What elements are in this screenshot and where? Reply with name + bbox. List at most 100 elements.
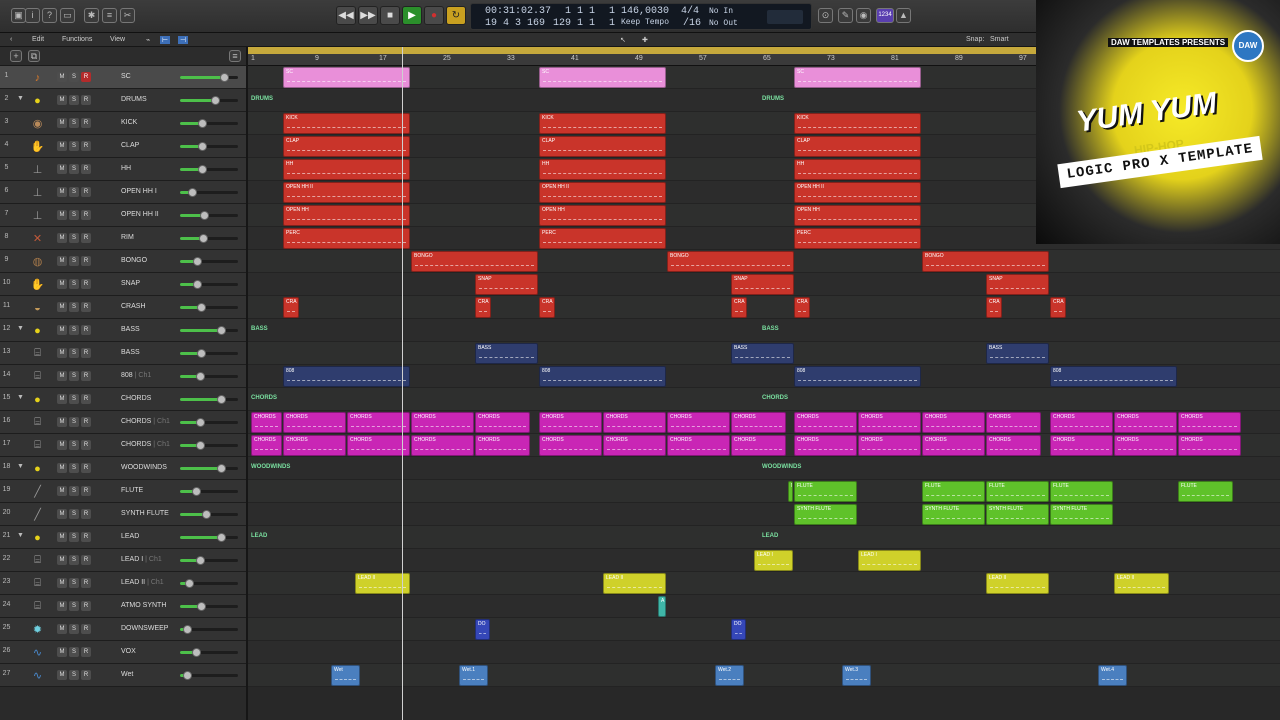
region[interactable]: CHORDS [283,435,346,456]
solo-button[interactable]: S [69,233,79,243]
region[interactable]: CRA [731,297,747,318]
track-header[interactable]: 6 ⊥ M S R OPEN HH I [0,181,246,204]
mute-button[interactable]: M [57,670,67,680]
list-editor-icon[interactable]: ⊙ [818,8,833,23]
solo-button[interactable]: S [69,325,79,335]
track-header[interactable]: 19 ╱ M S R FLUTE [0,480,246,503]
region[interactable]: CHORDS [411,435,474,456]
track-header[interactable]: 16 ⌸ M S R CHORDS | Ch1 [0,411,246,434]
volume-fader[interactable] [180,579,238,588]
record-enable-button[interactable]: R [81,164,91,174]
region[interactable]: CHORDS [1050,412,1113,433]
volume-fader[interactable] [180,280,238,289]
region[interactable]: SC [539,67,666,88]
record-enable-button[interactable]: R [81,647,91,657]
solo-button[interactable]: S [69,95,79,105]
region[interactable]: CHORDS [1178,435,1241,456]
record-enable-button[interactable]: R [81,72,91,82]
solo-button[interactable]: S [69,164,79,174]
solo-button[interactable]: S [69,348,79,358]
region[interactable]: CLAP [539,136,666,157]
mute-button[interactable]: M [57,72,67,82]
flex-icon[interactable]: ⌁ [146,36,150,44]
solo-button[interactable]: S [69,647,79,657]
cycle-range[interactable] [248,47,1040,54]
record-enable-button[interactable]: R [81,187,91,197]
solo-button[interactable]: S [69,555,79,565]
region[interactable]: CHORDS [922,412,985,433]
snap-select[interactable]: Smart [990,36,1009,43]
record-enable-button[interactable]: R [81,670,91,680]
record-enable-button[interactable]: R [81,210,91,220]
mixer-icon[interactable]: ≡ [102,8,117,23]
track-header[interactable]: 15 ▼ ● M S R CHORDS [0,388,246,411]
region[interactable]: CHORDS [251,412,282,433]
region[interactable]: SNAP [986,274,1049,295]
info-icon[interactable]: i [25,8,40,23]
solo-button[interactable]: S [69,509,79,519]
mute-button[interactable]: M [57,509,67,519]
track-header[interactable]: 11 ◒ M S R CRASH [0,296,246,319]
track-header[interactable]: 7 ⊥ M S R OPEN HH II [0,204,246,227]
region[interactable]: DO [731,619,746,640]
solo-button[interactable]: S [69,417,79,427]
add-track-button[interactable]: + [10,50,22,62]
region[interactable]: 808 [283,366,410,387]
region[interactable]: KICK [283,113,410,134]
volume-fader[interactable] [180,533,238,542]
region[interactable]: CRA [794,297,810,318]
fader-knob[interactable] [193,257,203,266]
fader-knob[interactable] [192,648,202,657]
region[interactable]: CHORDS [475,412,530,433]
mute-button[interactable]: M [57,164,67,174]
region[interactable]: SNAP [731,274,794,295]
record-enable-button[interactable]: R [81,233,91,243]
region[interactable]: CHORDS [986,435,1041,456]
solo-button[interactable]: S [69,187,79,197]
volume-fader[interactable] [180,464,238,473]
mute-button[interactable]: M [57,187,67,197]
region[interactable]: HH [283,159,410,180]
volume-fader[interactable] [180,96,238,105]
solo-button[interactable]: S [69,486,79,496]
solo-button[interactable]: S [69,371,79,381]
mute-button[interactable]: M [57,210,67,220]
region[interactable]: CHORDS [1050,435,1113,456]
mute-button[interactable]: M [57,348,67,358]
region[interactable]: BONGO [922,251,1049,272]
rewind-button[interactable]: ◀◀ [336,6,356,25]
region[interactable]: CRA [283,297,299,318]
volume-fader[interactable] [180,73,238,82]
solo-button[interactable]: S [69,394,79,404]
volume-fader[interactable] [180,257,238,266]
disclosure-icon[interactable]: ▼ [17,95,24,102]
track-header[interactable]: 3 ◉ M S R KICK [0,112,246,135]
mute-button[interactable]: M [57,325,67,335]
mute-button[interactable]: M [57,555,67,565]
region[interactable]: CRA [1050,297,1066,318]
mute-button[interactable]: M [57,578,67,588]
region[interactable]: FLUTE [922,481,985,502]
solo-button[interactable]: S [69,624,79,634]
solo-button[interactable]: S [69,141,79,151]
track-header[interactable]: 18 ▼ ● M S R WOODWINDS [0,457,246,480]
region[interactable]: CHORDS [858,412,921,433]
region[interactable]: PERC [283,228,410,249]
record-enable-button[interactable]: R [81,325,91,335]
mute-button[interactable]: M [57,417,67,427]
mute-button[interactable]: M [57,647,67,657]
region[interactable]: FLUTE [794,481,857,502]
region[interactable]: CHORDS [1114,435,1177,456]
track-header[interactable]: 9 ◍ M S R BONGO [0,250,246,273]
track-header[interactable]: 22 ⌸ M S R LEAD I | Ch1 [0,549,246,572]
region[interactable]: CHORDS [251,435,282,456]
record-enable-button[interactable]: R [81,95,91,105]
volume-fader[interactable] [180,648,238,657]
fader-knob[interactable] [187,188,197,197]
count-in-badge[interactable]: 1234 [876,8,894,23]
record-enable-button[interactable]: R [81,394,91,404]
record-enable-button[interactable]: R [81,624,91,634]
region[interactable]: SC [794,67,921,88]
play-button[interactable]: ▶ [402,6,422,25]
record-enable-button[interactable]: R [81,348,91,358]
